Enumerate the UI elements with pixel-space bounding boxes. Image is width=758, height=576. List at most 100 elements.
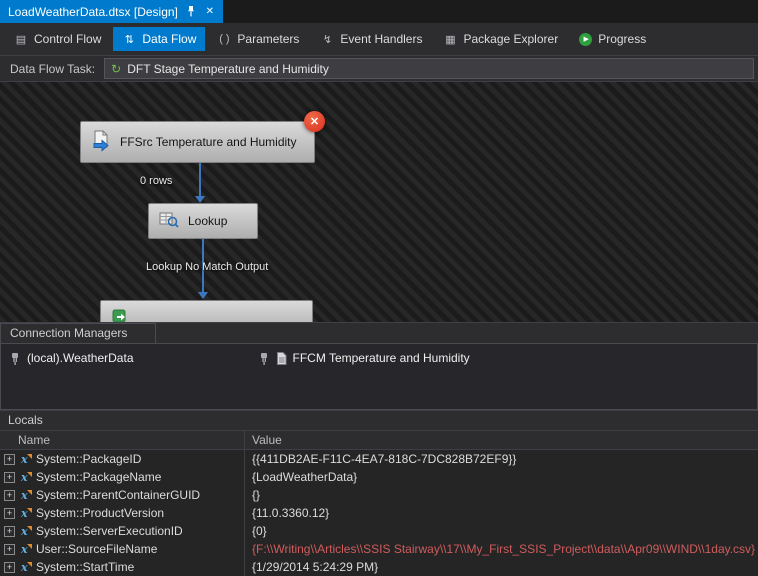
data-flow-task-label: Data Flow Task: (10, 61, 96, 76)
tab-event-handlers[interactable]: ↯ Event Handlers (311, 27, 431, 51)
data-path-label: Lookup No Match Output (146, 261, 269, 273)
locals-grid-header: Name Value (0, 430, 758, 450)
locals-name-cell: + x System::PackageName (0, 468, 245, 486)
locals-row[interactable]: + x System::ProductVersion {11.0.3360.12… (0, 504, 758, 522)
variable-value: {0} (252, 524, 267, 538)
tab-progress[interactable]: ▶ Progress (570, 27, 655, 51)
variable-icon: x (19, 543, 32, 556)
data-flow-design-surface[interactable]: FFSrc Temperature and Humidity ✕ 0 rows … (0, 82, 758, 322)
node-destination-partial[interactable] (100, 300, 313, 322)
node-label: FFSrc Temperature and Humidity (120, 135, 297, 149)
tab-data-flow[interactable]: ⇅ Data Flow (113, 27, 206, 51)
locals-row[interactable]: + x User::SourceFileName {F:\\Writing\\A… (0, 540, 758, 558)
node-lookup[interactable]: Lookup (148, 203, 258, 239)
locals-name-cell: + x System::PackageID (0, 450, 245, 468)
locals-name-cell: + x System::StartTime (0, 558, 245, 576)
tab-label: Package Explorer (463, 32, 559, 46)
variable-icon: x (19, 453, 32, 466)
expand-icon[interactable]: + (4, 453, 15, 465)
close-icon[interactable]: ✕ (204, 6, 216, 18)
connection-manager-ffcm[interactable]: FFCM Temperature and Humidity (258, 351, 470, 365)
locals-name-cell: + x System::ProductVersion (0, 504, 245, 522)
variable-name: System::ServerExecutionID (36, 524, 183, 538)
document-tab-title: LoadWeatherData.dtsx [Design] (8, 4, 178, 19)
variable-name: System::PackageID (36, 452, 142, 466)
expand-icon[interactable]: + (4, 525, 15, 537)
connection-managers-tab[interactable]: Connection Managers (0, 323, 157, 343)
connection-managers-title: Connection Managers (10, 326, 128, 340)
locals-row[interactable]: + x System::ParentContainerGUID {} (0, 486, 758, 504)
connection-icon (9, 352, 21, 365)
expand-icon[interactable]: + (4, 489, 15, 501)
variable-icon: x (19, 489, 32, 502)
locals-panel-title: Locals (0, 410, 758, 430)
locals-row[interactable]: + x System::StartTime {1/29/2014 5:24:29… (0, 558, 758, 576)
flat-file-source-icon (91, 130, 111, 155)
expand-icon[interactable]: + (4, 471, 15, 483)
ssis-designer-window: LoadWeatherData.dtsx [Design] ✕ ▤ Contro… (0, 0, 758, 576)
tab-control-flow[interactable]: ▤ Control Flow (5, 27, 110, 51)
data-path-arrow-icon (198, 292, 208, 299)
progress-icon: ▶ (579, 32, 593, 46)
connection-managers-panel: Connection Managers (local).WeatherData (0, 322, 758, 410)
variable-name: System::StartTime (36, 560, 135, 574)
lookup-icon (159, 211, 179, 232)
document-tab-strip: LoadWeatherData.dtsx [Design] ✕ (0, 0, 758, 23)
locals-row[interactable]: + x System::PackageID {{411DB2AE-F11C-4E… (0, 450, 758, 468)
data-path-arrow-icon (195, 196, 205, 203)
variable-value: {{411DB2AE-F11C-4EA7-818C-7DC828B72EF9}} (252, 452, 517, 466)
data-flow-task-icon: ↻ (111, 61, 122, 76)
variable-value: {LoadWeatherData} (252, 470, 358, 484)
column-header-name[interactable]: Name (0, 431, 245, 449)
tab-label: Parameters (237, 32, 300, 46)
expand-icon[interactable]: + (4, 507, 15, 519)
locals-name-cell: + x User::SourceFileName (0, 540, 245, 558)
package-explorer-icon: ▦ (445, 33, 456, 46)
designer-toolbar: ▤ Control Flow ⇅ Data Flow ( ) Parameter… (0, 23, 758, 55)
variable-name: System::PackageName (36, 470, 162, 484)
locals-panel: Locals Name Value + x System::PackageID … (0, 410, 758, 576)
locals-row[interactable]: + x System::ServerExecutionID {0} (0, 522, 758, 540)
connection-managers-list: (local).WeatherData FFCM Temperature and… (0, 343, 758, 410)
data-flow-icon: ⇅ (124, 33, 134, 46)
error-icon[interactable]: ✕ (304, 111, 325, 132)
variable-value: {1/29/2014 5:24:29 PM} (252, 560, 379, 574)
flat-file-icon (276, 351, 287, 365)
tab-label: Event Handlers (340, 32, 423, 46)
variable-value: {} (252, 488, 261, 502)
tab-label: Progress (598, 32, 647, 46)
locals-row[interactable]: + x System::PackageName {LoadWeatherData… (0, 468, 758, 486)
parameters-icon: ( ) (219, 33, 230, 45)
data-flow-task-value: DFT Stage Temperature and Humidity (127, 61, 329, 76)
locals-name-cell: + x System::ServerExecutionID (0, 522, 245, 540)
column-header-value[interactable]: Value (245, 431, 758, 449)
data-path-label: 0 rows (140, 175, 173, 187)
node-label: Lookup (188, 214, 228, 228)
expand-icon[interactable]: + (4, 543, 15, 555)
data-path-line[interactable] (199, 163, 201, 198)
expand-icon[interactable]: + (4, 561, 15, 573)
variable-name: System::ParentContainerGUID (36, 488, 201, 502)
variable-value: {11.0.3360.12} (252, 506, 330, 520)
tab-label: Data Flow (142, 32, 197, 46)
tab-package-explorer[interactable]: ▦ Package Explorer (434, 27, 567, 51)
variable-icon: x (19, 471, 32, 484)
pin-icon[interactable] (185, 6, 197, 18)
event-handlers-icon: ↯ (322, 33, 333, 46)
connection-managers-header: Connection Managers (0, 323, 758, 343)
control-flow-icon: ▤ (15, 33, 27, 46)
tab-label: Control Flow (34, 32, 102, 46)
connection-manager-label: (local).WeatherData (27, 351, 134, 365)
data-flow-task-row: Data Flow Task: ↻ DFT Stage Temperature … (0, 55, 758, 82)
tab-parameters[interactable]: ( ) Parameters (208, 27, 308, 51)
connection-manager-label: FFCM Temperature and Humidity (292, 351, 470, 365)
document-tab[interactable]: LoadWeatherData.dtsx [Design] ✕ (0, 0, 223, 23)
connection-manager-weatherdata[interactable]: (local).WeatherData (9, 351, 134, 365)
variable-icon: x (19, 525, 32, 538)
data-flow-task-selector[interactable]: ↻ DFT Stage Temperature and Humidity (104, 58, 754, 79)
node-flat-file-source[interactable]: FFSrc Temperature and Humidity (80, 121, 315, 163)
connection-icon (258, 352, 270, 365)
variable-name: System::ProductVersion (36, 506, 165, 520)
variable-icon: x (19, 507, 32, 520)
destination-icon (111, 307, 129, 322)
